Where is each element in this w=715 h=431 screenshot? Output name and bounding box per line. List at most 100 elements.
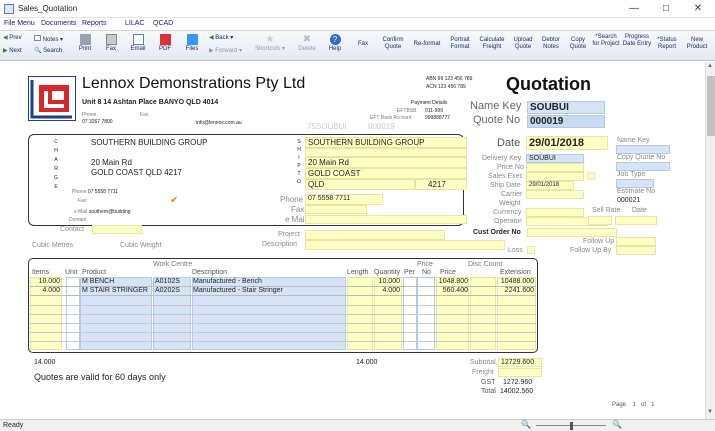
new-product-button[interactable]: New Product [682, 37, 712, 51]
menu-qcad[interactable]: QCAD [153, 20, 173, 27]
copy-quote-field[interactable] [616, 162, 670, 171]
forward-button[interactable]: ▶ Forward ▾ [209, 48, 242, 55]
portrait-format-button[interactable]: Portrait Format [446, 37, 474, 51]
status-report-button[interactable]: *Status Report [654, 37, 680, 51]
cubic-metres-label: Cubic Metres [32, 242, 74, 249]
ship-date-field[interactable]: 29/01/2018 [526, 181, 574, 190]
calculate-freight-button[interactable]: Calculate Freight [476, 37, 508, 51]
menu-file[interactable]: File Menu [4, 20, 35, 27]
company-address: Unit 8 14 Ashtan Place BANYO QLD 4014 [82, 99, 219, 106]
scroll-up-icon[interactable]: ▲ [707, 63, 713, 69]
shipto-line2-field[interactable] [305, 148, 467, 157]
subtotal-field[interactable]: 12729.600 [498, 358, 542, 367]
carrier-field[interactable] [526, 190, 584, 199]
charge-address2[interactable]: GOLD COAST QLD 4217 [91, 168, 182, 177]
maximize-button[interactable]: □ [650, 0, 682, 18]
rate-date-field[interactable] [615, 216, 657, 225]
zoom-in-icon[interactable]: 🔍 [612, 420, 622, 429]
menu-lilac[interactable]: LILAC [125, 20, 144, 27]
copy-quote-button[interactable]: Copy Quote [566, 37, 590, 51]
quote-no-field[interactable]: 000019 [527, 115, 605, 128]
charge-email[interactable]: e.Mail southern@building [74, 209, 131, 215]
follow-up-label: Follow Up [583, 238, 615, 245]
row-work-centre: A0202S [155, 287, 180, 294]
shipto-fax-field[interactable] [305, 205, 367, 214]
sales-exec-check[interactable] [587, 172, 595, 180]
help-button[interactable]: ? Help [327, 34, 343, 53]
description-field[interactable] [305, 240, 505, 250]
zoom-slider-handle[interactable] [570, 422, 573, 430]
price-no-label: Price No [497, 164, 524, 171]
confirm-quote-button[interactable]: Confirm Quote [378, 37, 408, 51]
shipto-fax-label: Fax [291, 205, 305, 214]
project-field[interactable] [305, 230, 445, 240]
price-no-field[interactable] [526, 163, 584, 172]
delete-button[interactable]: ✖ Delete [297, 34, 317, 53]
scroll-thumb[interactable] [707, 76, 715, 136]
toolbar: ◀ Prev ▶ Next Notes ▾ 🔍 Search Print Fax… [0, 31, 715, 61]
loss-check[interactable] [527, 246, 535, 254]
sales-exec-field[interactable] [526, 172, 584, 181]
right-name-key-field[interactable] [616, 145, 670, 154]
close-button[interactable]: ✕ [682, 0, 714, 18]
scroll-down-icon[interactable]: ▼ [707, 409, 713, 415]
fax-button[interactable]: Fax [103, 34, 119, 53]
project-label: Project [278, 231, 300, 238]
notes-button[interactable]: Notes ▾ [34, 35, 63, 44]
follow-up-field[interactable] [616, 237, 656, 246]
files-button[interactable]: Files [183, 34, 201, 53]
prev-button[interactable]: ◀ Prev [3, 35, 22, 42]
follow-up-by-field[interactable] [616, 246, 656, 255]
fax-action-button[interactable]: Fax [354, 41, 372, 48]
sell-rate-field[interactable] [588, 216, 612, 225]
upload-quote-button[interactable]: Upload Quote [510, 37, 536, 51]
pdf-button[interactable]: PDF [157, 34, 173, 53]
shipto-phone-field[interactable]: 07 5558 7711 [305, 194, 383, 205]
menu-reports[interactable]: Reports [82, 20, 107, 27]
progress-date-entry-button[interactable]: Progress Date Entry [622, 34, 652, 48]
job-type-field[interactable] [616, 179, 654, 188]
charge-address1[interactable]: 20 Main Rd [91, 158, 132, 167]
charge-phone[interactable]: Phone 07 5558 7711 [72, 189, 118, 195]
print-button[interactable]: Print [77, 34, 93, 53]
menu-documents[interactable]: Documents [41, 20, 76, 27]
empty-rows[interactable] [30, 297, 536, 350]
search-project-button[interactable]: *Search for Project [592, 34, 620, 48]
shipto-state-field[interactable]: QLD [305, 179, 415, 190]
charge-name[interactable]: SOUTHERN BUILDING GROUP [91, 138, 207, 147]
freight-field[interactable] [498, 368, 542, 377]
back-arrow-icon: ◀ [209, 35, 214, 41]
email-icon [132, 34, 144, 45]
name-key-field[interactable]: SOUBUI [527, 101, 605, 114]
search-button[interactable]: 🔍 Search [34, 48, 62, 55]
reformat-button[interactable]: Re-format [410, 41, 444, 48]
title-bar: Sales_Quotation — □ ✕ [0, 0, 715, 18]
shipto-city-field[interactable]: GOLD COAST [305, 168, 467, 179]
currency-field[interactable] [526, 208, 584, 217]
debtor-notes-button[interactable]: Debtor Notes [538, 37, 564, 51]
contact-field[interactable] [92, 225, 142, 234]
company-phone-label: Phone [82, 112, 97, 118]
shipto-address-field[interactable]: 20 Main Rd [305, 157, 467, 168]
checkmark-icon[interactable]: ✔ [170, 195, 178, 206]
email-button[interactable]: Email [128, 34, 148, 53]
next-arrow-icon: ▶ [3, 48, 8, 54]
back-button[interactable]: ◀ Back ▾ [209, 35, 233, 42]
total-label: Total [481, 388, 496, 395]
zoom-out-icon[interactable]: 🔍 [521, 420, 531, 429]
next-button[interactable]: ▶ Next [3, 48, 22, 55]
table-row[interactable]: 10.000 M BENCH A0102S Manufactured - Ben… [30, 278, 536, 287]
payment-details-title: Payment Details [411, 100, 448, 106]
table-row[interactable]: 4.000 M STAIR STRINGER A0202S Manufactur… [30, 287, 536, 296]
minimize-button[interactable]: — [618, 0, 650, 18]
delivery-key-field[interactable]: SOUBUI [526, 154, 584, 163]
cust-order-field[interactable] [527, 228, 617, 237]
shipto-postcode-field[interactable]: 4217 [415, 179, 467, 190]
date-field[interactable]: 29/01/2018 [526, 136, 608, 150]
shipto-name-field[interactable]: SOUTHERN BUILDING GROUP [305, 137, 467, 148]
shipto-email-field[interactable] [305, 215, 467, 224]
vertical-scrollbar[interactable]: ▲ ▼ [705, 62, 715, 419]
row-price: 1048.800 [438, 278, 468, 285]
shortcuts-button[interactable]: ★ Shortcuts ▾ [254, 34, 286, 53]
document-title: Quotation [506, 74, 591, 94]
